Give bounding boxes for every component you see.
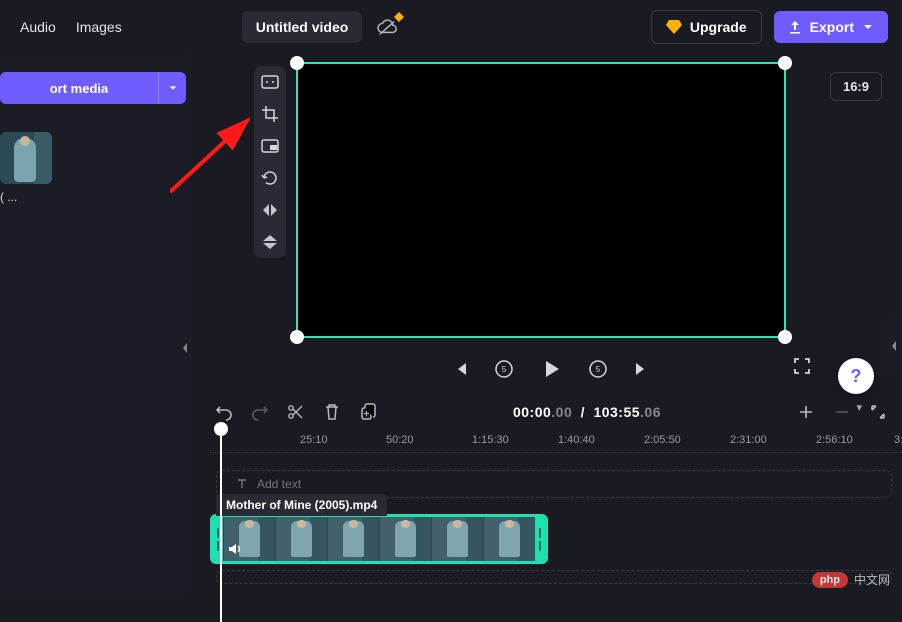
prev-frame-button[interactable]: [449, 358, 471, 380]
clip-thumbnails: [223, 517, 535, 561]
tab-audio[interactable]: Audio: [20, 19, 56, 35]
resize-handle-tr[interactable]: [778, 56, 792, 70]
ruler-tick: 50:20: [386, 434, 414, 446]
fullscreen-button[interactable]: [792, 356, 812, 381]
zoom-in-button[interactable]: [796, 402, 816, 422]
upgrade-button[interactable]: Upgrade: [651, 10, 762, 44]
import-media-button[interactable]: ort media: [0, 72, 186, 104]
svg-text:5: 5: [596, 365, 601, 374]
watermark: php 中文网: [812, 571, 890, 588]
volume-icon[interactable]: [227, 541, 243, 557]
add-text-label: Add text: [257, 477, 301, 491]
skip-back-button[interactable]: 5: [493, 358, 515, 380]
skip-forward-button[interactable]: 5: [587, 358, 609, 380]
split-button[interactable]: [286, 402, 306, 422]
track-placeholder[interactable]: [216, 570, 892, 584]
redo-button[interactable]: [250, 402, 270, 422]
ruler-tick: 2:05:50: [644, 434, 681, 446]
flip-horizontal-tool[interactable]: [260, 200, 280, 220]
text-icon: [235, 477, 249, 491]
ruler-tick: 3:2: [894, 434, 902, 446]
aspect-ratio-button[interactable]: 16:9: [830, 72, 882, 101]
undo-button[interactable]: [214, 402, 234, 422]
timecode: 00:00.00 / 103:55.06: [394, 404, 780, 420]
playhead[interactable]: [220, 428, 222, 622]
play-button[interactable]: [537, 355, 565, 383]
ruler-tick: 1:15:30: [472, 434, 509, 446]
upload-icon: [788, 20, 802, 34]
import-media-label: ort media: [0, 81, 158, 96]
delete-button[interactable]: [322, 402, 342, 422]
preview-canvas[interactable]: [296, 62, 786, 338]
chevron-down-icon: [168, 83, 178, 93]
flip-vertical-tool[interactable]: [260, 232, 280, 252]
ruler-tick: 2:31:00: [730, 434, 767, 446]
ruler-tick: 1:40:40: [558, 434, 595, 446]
media-thumbnail[interactable]: [0, 132, 52, 184]
pip-tool[interactable]: [260, 136, 280, 156]
tab-images[interactable]: Images: [76, 19, 122, 35]
export-button[interactable]: Export: [774, 11, 888, 43]
fit-timeline-button[interactable]: [868, 402, 888, 422]
upgrade-label: Upgrade: [690, 19, 747, 35]
collapse-left-panel[interactable]: [178, 318, 192, 378]
media-filename: ( ...: [0, 190, 190, 204]
crop-tool[interactable]: [260, 104, 280, 124]
watermark-brand: php: [812, 572, 848, 588]
svg-text:5: 5: [502, 365, 507, 374]
clip-filename-label: Mother of Mine (2005).mp4: [216, 494, 387, 516]
ruler-tick: 25:10: [300, 434, 328, 446]
canvas-tools: [254, 66, 286, 258]
watermark-text: 中文网: [854, 571, 890, 588]
resize-handle-bl[interactable]: [290, 330, 304, 344]
timeline-ruler[interactable]: 25:10 50:20 1:15:30 1:40:40 2:05:50 2:31…: [210, 432, 902, 462]
resize-handle-br[interactable]: [778, 330, 792, 344]
ruler-tick: 2:56:10: [816, 434, 853, 446]
video-clip[interactable]: [210, 514, 548, 564]
import-media-dropdown[interactable]: [158, 72, 186, 104]
fit-tool[interactable]: [260, 72, 280, 92]
duplicate-button[interactable]: [358, 402, 378, 422]
resize-handle-tl[interactable]: [290, 56, 304, 70]
cloud-sync-icon[interactable]: [376, 18, 398, 36]
export-label: Export: [810, 19, 854, 35]
chevron-down-icon: [862, 21, 874, 33]
rotate-tool[interactable]: [260, 168, 280, 188]
help-button[interactable]: ?: [838, 358, 874, 394]
zoom-out-button[interactable]: [832, 402, 852, 422]
next-frame-button[interactable]: [631, 358, 653, 380]
diamond-icon: [666, 20, 682, 34]
clip-trim-right[interactable]: [535, 517, 545, 561]
project-title[interactable]: Untitled video: [242, 11, 363, 43]
